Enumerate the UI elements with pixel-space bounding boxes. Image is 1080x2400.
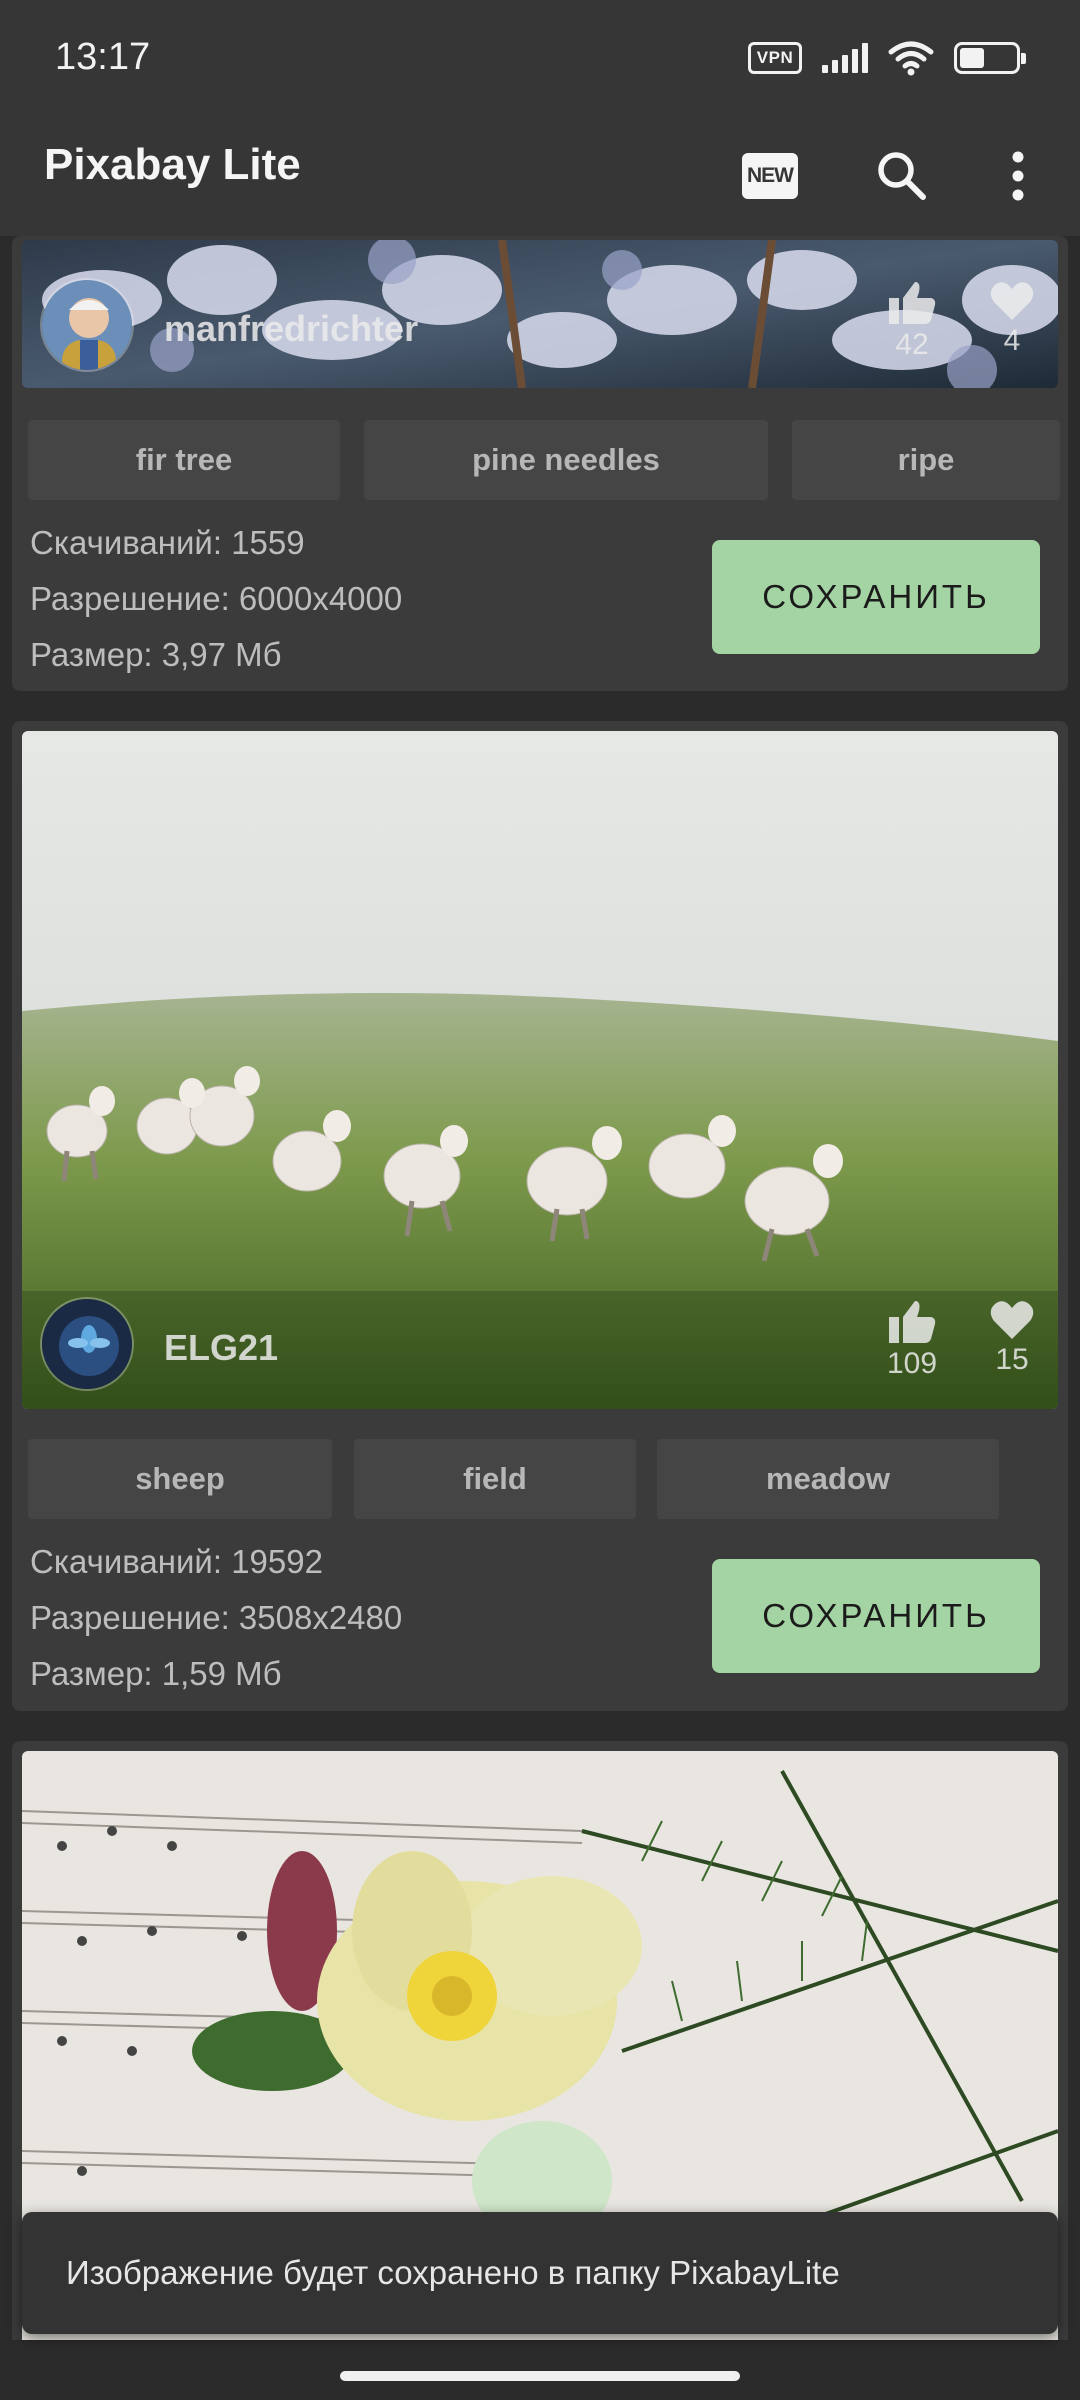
signal-icon — [822, 43, 868, 73]
author-avatar[interactable] — [40, 1297, 134, 1391]
heart-icon — [990, 1301, 1034, 1339]
app-title: Pixabay Lite — [44, 140, 301, 189]
tag-chip[interactable]: fir tree — [28, 420, 340, 500]
likes-count: 109 — [886, 1347, 938, 1380]
status-time: 13:17 — [55, 36, 151, 78]
app-bar: Pixabay Lite NEW — [0, 116, 1080, 236]
downloads-count: Скачиваний: 1559 — [30, 524, 305, 561]
likes-stat[interactable]: 109 — [877, 1299, 947, 1381]
resolution: Разрешение: 3508x2480 — [30, 1599, 403, 1636]
favorites-stat[interactable]: 15 — [977, 1299, 1047, 1377]
thumb-up-icon — [889, 282, 936, 324]
photo-image[interactable]: manfredrichter 42 4 — [22, 240, 1058, 388]
downloads-count: Скачиваний: 19592 — [30, 1543, 323, 1580]
status-icons: VPN — [748, 36, 1026, 80]
favorites-stat[interactable]: 4 — [977, 280, 1047, 358]
status-bar: 13:17 VPN — [0, 0, 1080, 116]
search-icon — [878, 152, 926, 200]
more-vert-icon — [1012, 151, 1024, 201]
gesture-nav-handle[interactable] — [340, 2371, 740, 2381]
photo-card: ELG21 109 15 sheep field meadow Скачиван… — [12, 721, 1068, 1711]
thumb-up-icon — [889, 1301, 936, 1343]
tag-chip[interactable]: field — [354, 1439, 636, 1519]
vpn-icon: VPN — [748, 42, 802, 74]
favorites-count: 15 — [995, 1343, 1029, 1376]
author-name[interactable]: manfredrichter — [164, 308, 418, 350]
photo-card: manfredrichter 42 4 fir tree pine needle… — [12, 236, 1068, 691]
likes-count: 42 — [895, 328, 929, 361]
heart-icon — [990, 282, 1034, 320]
tag-chip[interactable]: meadow — [657, 1439, 999, 1519]
file-size: Размер: 1,59 Мб — [30, 1655, 282, 1692]
tag-chip[interactable]: sheep — [28, 1439, 332, 1519]
more-options-button[interactable] — [978, 136, 1058, 216]
wifi-icon — [888, 41, 934, 76]
tag-chip[interactable]: ripe — [792, 420, 1060, 500]
search-button[interactable] — [862, 136, 942, 216]
photo-image[interactable]: ELG21 109 15 — [22, 731, 1058, 1409]
author-avatar[interactable] — [40, 278, 134, 372]
file-size: Размер: 3,97 Мб — [30, 636, 282, 673]
favorites-count: 4 — [1003, 324, 1021, 357]
battery-icon — [954, 42, 1026, 74]
new-button[interactable]: NEW — [730, 136, 810, 216]
author-name[interactable]: ELG21 — [164, 1327, 278, 1369]
tag-chip[interactable]: pine needles — [364, 420, 768, 500]
resolution: Разрешение: 6000x4000 — [30, 580, 403, 617]
save-button[interactable]: СОХРАНИТЬ — [712, 1559, 1040, 1673]
snackbar: Изображение будет сохранено в папку Pixa… — [22, 2212, 1058, 2334]
save-button[interactable]: СОХРАНИТЬ — [712, 540, 1040, 654]
new-icon: NEW — [742, 153, 798, 199]
snackbar-message: Изображение будет сохранено в папку Pixa… — [66, 2254, 840, 2291]
bottom-background — [0, 2340, 1080, 2400]
likes-stat[interactable]: 42 — [877, 280, 947, 362]
